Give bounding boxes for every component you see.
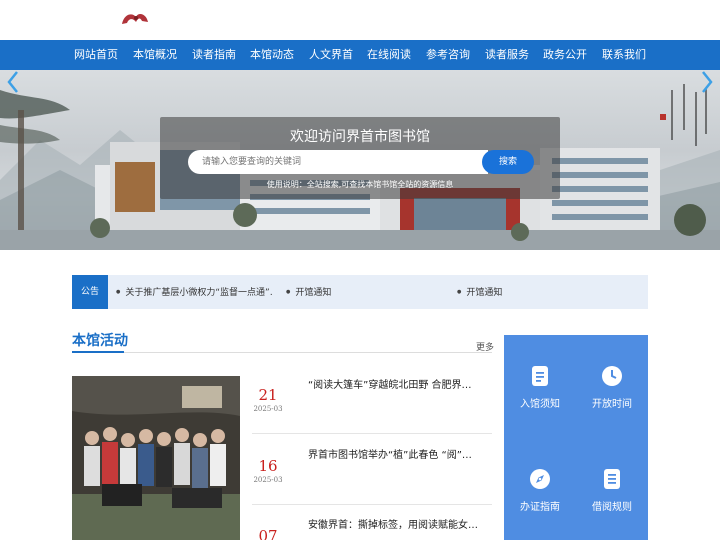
library-logo-icon[interactable] <box>118 8 152 30</box>
activity-date-day: 21 <box>258 386 278 404</box>
notice-bar: 公告 关于推广基层小微权力“监督一点通”… 开馆通知 开馆通知 <box>72 275 648 309</box>
nav-item-reference[interactable]: 参考咨询 <box>424 40 472 70</box>
activity-date-month: 2025-03 <box>253 405 283 413</box>
banner-prev-arrow[interactable] <box>6 70 20 94</box>
notice-item[interactable]: 开馆通知 <box>457 275 557 309</box>
activity-date-month: 2025-03 <box>253 476 283 484</box>
service-borrowing-rules[interactable]: 借阅规则 <box>576 468 648 513</box>
service-entry-rules[interactable]: 入馆须知 <box>504 365 576 410</box>
activities-title: 本馆活动 <box>72 333 128 349</box>
clock-icon <box>602 366 622 386</box>
activity-divider <box>252 504 492 505</box>
notice-item[interactable]: 关于推广基层小微权力“监督一点通”… <box>116 275 272 309</box>
nav-item-reader-services[interactable]: 读者服务 <box>483 40 531 70</box>
search-tip: 使用说明：全站搜索,可查找本馆书馆全站的资源信息 <box>266 180 454 189</box>
section-divider <box>72 352 492 353</box>
notice-label: 公告 <box>72 275 108 309</box>
service-label: 入馆须知 <box>520 399 560 410</box>
activity-photo[interactable] <box>72 376 240 540</box>
nav-item-contact[interactable]: 联系我们 <box>600 40 648 70</box>
reader-service-panel: 入馆须知 开放时间 办证指南 借阅规则 <box>504 335 648 540</box>
service-card-guide[interactable]: 办证指南 <box>504 468 576 513</box>
activity-title-link[interactable]: “阅读大篷车”穿越皖北田野 合肥界首… <box>308 376 480 391</box>
service-label: 借阅规则 <box>592 502 632 513</box>
page: 网站首页 本馆概况 读者指南 本馆动态 人文界首 在线阅读 参考咨询 读者服务 … <box>0 0 720 540</box>
activity-divider <box>252 433 492 434</box>
service-label: 办证指南 <box>520 502 560 513</box>
notice-item[interactable]: 开馆通知 <box>286 275 386 309</box>
activity-title-link[interactable]: 界首市图书馆举办“植”此春色 “阅”见… <box>308 446 480 461</box>
main-nav: 网站首页 本馆概况 读者指南 本馆动态 人文界首 在线阅读 参考咨询 读者服务 … <box>0 40 720 70</box>
nav-item-overview[interactable]: 本馆概况 <box>131 40 179 70</box>
section-title-underline <box>72 351 124 353</box>
search-button[interactable]: 搜索 <box>482 150 534 174</box>
activity-date-day: 16 <box>258 457 278 475</box>
hero-banner: 欢迎访问界首市图书馆 搜索 使用说明：全站搜索,可查找本馆书馆全站的资源信息 <box>0 70 720 250</box>
rules-document-icon <box>604 469 620 489</box>
search-input[interactable] <box>188 150 488 174</box>
service-label: 开放时间 <box>592 399 632 410</box>
nav-item-news[interactable]: 本馆动态 <box>248 40 296 70</box>
site-header <box>0 0 720 40</box>
nav-item-culture[interactable]: 人文界首 <box>307 40 355 70</box>
search-panel: 欢迎访问界首市图书馆 搜索 使用说明：全站搜索,可查找本馆书馆全站的资源信息 <box>160 117 560 199</box>
document-icon <box>532 366 548 386</box>
nav-item-online-reading[interactable]: 在线阅读 <box>365 40 413 70</box>
activity-date-day: 07 <box>258 527 278 540</box>
nav-item-reader-guide[interactable]: 读者指南 <box>190 40 238 70</box>
activity-title-link[interactable]: 安徽界首：撕掉标签，用阅读赋能女… <box>308 516 480 531</box>
banner-next-arrow[interactable] <box>700 70 714 94</box>
nav-item-government-affairs[interactable]: 政务公开 <box>541 40 589 70</box>
welcome-title: 欢迎访问界首市图书馆 <box>290 129 430 145</box>
compass-icon <box>530 469 550 489</box>
activity-photo-image <box>72 376 240 540</box>
service-opening-hours[interactable]: 开放时间 <box>576 365 648 410</box>
nav-item-home[interactable]: 网站首页 <box>72 40 120 70</box>
